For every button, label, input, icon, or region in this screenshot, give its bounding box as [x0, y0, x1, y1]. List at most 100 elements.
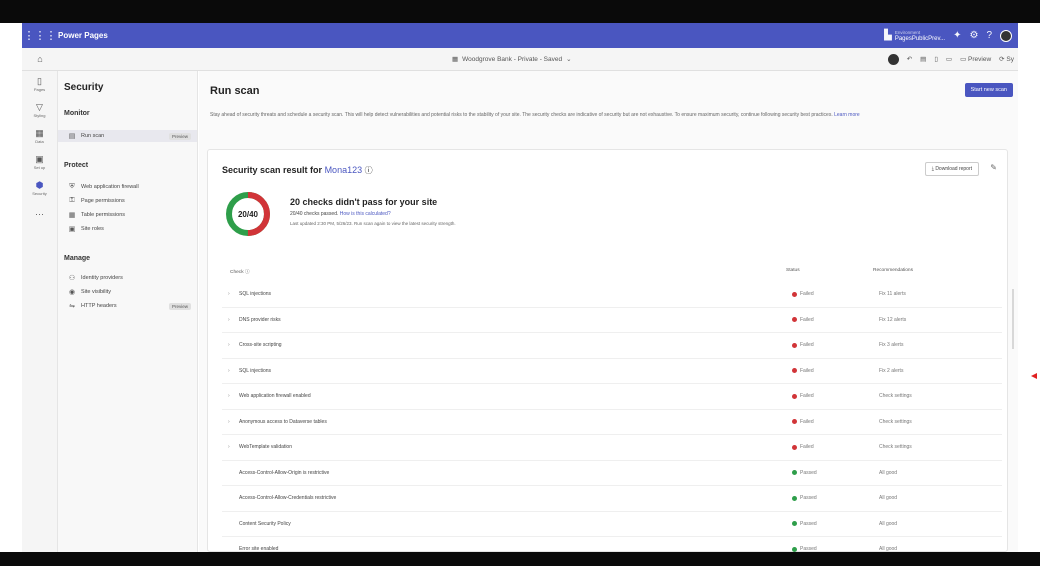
chevron-right-icon[interactable]: ›	[228, 393, 230, 399]
download-report-button[interactable]: ⤓ Download report	[924, 162, 979, 176]
check-name: Access-Control-Allow-Origin is restricti…	[239, 469, 330, 476]
letterbox-bottom	[0, 552, 1040, 566]
status-dot-icon	[792, 291, 797, 297]
calculation-link[interactable]: How is this calculated?	[340, 211, 391, 217]
page-lock-icon: ⚿	[69, 197, 75, 204]
recommendation-link[interactable]: Check settings	[879, 419, 912, 425]
firewall-icon: ⛨	[69, 183, 75, 190]
status-badge: Failed	[792, 393, 814, 399]
check-name: WebTemplate validation	[239, 444, 292, 450]
recommendation-link[interactable]: Fix 3 alerts	[879, 342, 903, 348]
undo-icon[interactable]: ↶	[907, 55, 912, 63]
sidebar-item-page-permissions[interactable]: ⚿ Page permissions	[58, 195, 197, 207]
scan-icon: ▤	[68, 133, 76, 140]
score-label: 20/40	[237, 209, 259, 219]
table-row[interactable]: Content Security Policy Passed All good	[222, 512, 1002, 537]
status-dot-icon	[792, 495, 797, 501]
recommendation-link[interactable]: All good	[879, 521, 897, 527]
sidebar-item-table-permissions[interactable]: ▦ Table permissions	[58, 209, 197, 221]
rail-item-setup[interactable]: ▣ Set up	[22, 149, 57, 175]
header-check[interactable]: Check ⓘ	[230, 268, 250, 275]
chevron-right-icon[interactable]: ›	[228, 444, 230, 450]
recommendation-link[interactable]: Fix 2 alerts	[879, 368, 903, 374]
sidebar-item-run-scan[interactable]: ▤ Run scan Preview	[58, 130, 197, 142]
rail-item-data[interactable]: ▦ Data	[22, 123, 57, 149]
scrollbar[interactable]	[1012, 289, 1014, 349]
check-name: Anonymous access to Dataverse tables	[239, 418, 327, 425]
header-status[interactable]: Status	[786, 268, 800, 273]
environment-picker[interactable]: ▙ Environment PagesPublicPrev...	[884, 29, 945, 43]
site-icon: ▦	[452, 56, 459, 63]
chevron-right-icon[interactable]: ›	[228, 419, 230, 425]
letterbox-top	[0, 0, 1040, 23]
scan-summary: 20 checks didn't pass for your site 20/4…	[290, 197, 456, 226]
chevron-right-icon[interactable]: ›	[228, 317, 230, 323]
sidebar-item-http-headers[interactable]: ⇋ HTTP headers Preview	[58, 300, 197, 312]
recommendation-link[interactable]: Fix 12 alerts	[879, 317, 906, 323]
site-name[interactable]: Mona123	[325, 165, 363, 175]
top-header: ⋮⋮⋮ Power Pages ▙ Environment PagesPubli…	[22, 23, 1018, 48]
app-name[interactable]: Power Pages	[58, 31, 108, 40]
check-name: Content Security Policy	[239, 520, 291, 527]
shield-icon: ⬢	[35, 180, 44, 190]
chevron-right-icon[interactable]: ›	[228, 291, 230, 297]
checks-table: › SQL injections Failed Fix 11 alerts › DNS p…	[222, 282, 1002, 563]
table-row[interactable]: Access-Control-Allow-Origin is restricti…	[222, 461, 1002, 486]
edit-icon[interactable]: ✎	[990, 163, 997, 172]
last-updated: Last updated 2:30 PM, 5/26/23. Run scan …	[290, 221, 456, 226]
preview-badge: Preview	[168, 302, 191, 310]
settings-icon[interactable]: ⚙	[969, 30, 978, 41]
table-row[interactable]: Access-Control-Allow-Credentials restric…	[222, 486, 1002, 512]
more-icon[interactable]: ···	[22, 201, 57, 227]
summary-passed: 20/40 checks passed. How is this calcula…	[290, 211, 391, 217]
rail-item-pages[interactable]: ▯ Pages	[22, 71, 57, 97]
rail-item-security[interactable]: ⬢ Security	[22, 175, 57, 201]
table-row[interactable]: › Web application firewall enabled Failed C…	[222, 384, 1002, 410]
table-row[interactable]: › DNS provider risks Failed Fix 12 alerts	[222, 308, 1002, 333]
sidebar-item-identity-providers[interactable]: ⚇ Identity providers	[58, 272, 197, 284]
page-title: Run scan	[210, 85, 260, 97]
group-protect: Protect	[64, 162, 89, 169]
recommendation-link[interactable]: Check settings	[879, 444, 912, 450]
recommendation-link[interactable]: Fix 11 alerts	[879, 291, 906, 297]
home-icon[interactable]: ⌂	[22, 54, 58, 64]
sidebar-item-site-roles[interactable]: ▣ Site roles	[58, 223, 197, 235]
command-actions: ↶ ▤ ▯ ▭ ▭ Preview ⟳ Sy	[887, 53, 1018, 65]
comment-icon[interactable]: ▭	[946, 55, 952, 63]
check-name: SQL injections	[239, 291, 272, 297]
visibility-icon: ◉	[68, 289, 76, 296]
site-label: Woodgrove Bank - Private - Saved	[462, 55, 563, 63]
chevron-right-icon[interactable]: ›	[228, 342, 230, 348]
recommendation-link[interactable]: All good	[879, 495, 897, 501]
table-row[interactable]: › WebTemplate validation Failed Check setti…	[222, 435, 1002, 461]
help-icon[interactable]: ?	[986, 30, 992, 41]
collaborator-avatar[interactable]	[887, 53, 899, 65]
user-avatar[interactable]	[1000, 29, 1012, 42]
table-row[interactable]: › Cross-site scripting Failed Fix 3 alerts	[222, 333, 1002, 359]
page-description: Stay ahead of security threats and sched…	[210, 112, 860, 118]
status-dot-icon	[792, 317, 797, 322]
header-recommendations[interactable]: Recommendations	[873, 268, 913, 273]
sidebar-item-site-visibility[interactable]: ◉ Site visibility	[58, 286, 197, 298]
security-sidebar: Security Monitor ▤ Run scan Preview Prot…	[58, 71, 198, 552]
copilot-icon[interactable]: ✦	[953, 30, 961, 41]
sidebar-item-waf[interactable]: ⛨ Web application firewall	[58, 181, 197, 193]
preview-button[interactable]: ▭ Preview	[960, 55, 991, 63]
recommendation-link[interactable]: All good	[879, 470, 897, 476]
recommendation-link[interactable]: Check settings	[879, 393, 912, 399]
setup-icon: ▣	[35, 154, 44, 164]
code-icon[interactable]: ▤	[920, 55, 926, 63]
site-status[interactable]: ▦ Woodgrove Bank - Private - Saved ⌄	[452, 55, 572, 64]
status-badge: Failed	[792, 368, 814, 374]
table-row[interactable]: › SQL injections Failed Fix 2 alerts	[222, 359, 1002, 384]
start-new-scan-button[interactable]: Start new scan	[964, 83, 1013, 97]
chevron-right-icon[interactable]: ›	[228, 368, 230, 374]
waffle-icon[interactable]: ⋮⋮⋮	[22, 29, 58, 42]
table-row[interactable]: › Anonymous access to Dataverse tables Fai…	[222, 410, 1002, 435]
sync-button[interactable]: ⟳ Sy	[999, 55, 1014, 63]
table-row[interactable]: › SQL injections Failed Fix 11 alerts	[222, 282, 1002, 308]
info-icon[interactable]: ⓘ	[365, 166, 373, 175]
page-icon[interactable]: ▯	[934, 55, 938, 63]
learn-more-link[interactable]: Learn more	[834, 112, 860, 118]
rail-item-styling[interactable]: ▽ Styling	[22, 97, 57, 123]
